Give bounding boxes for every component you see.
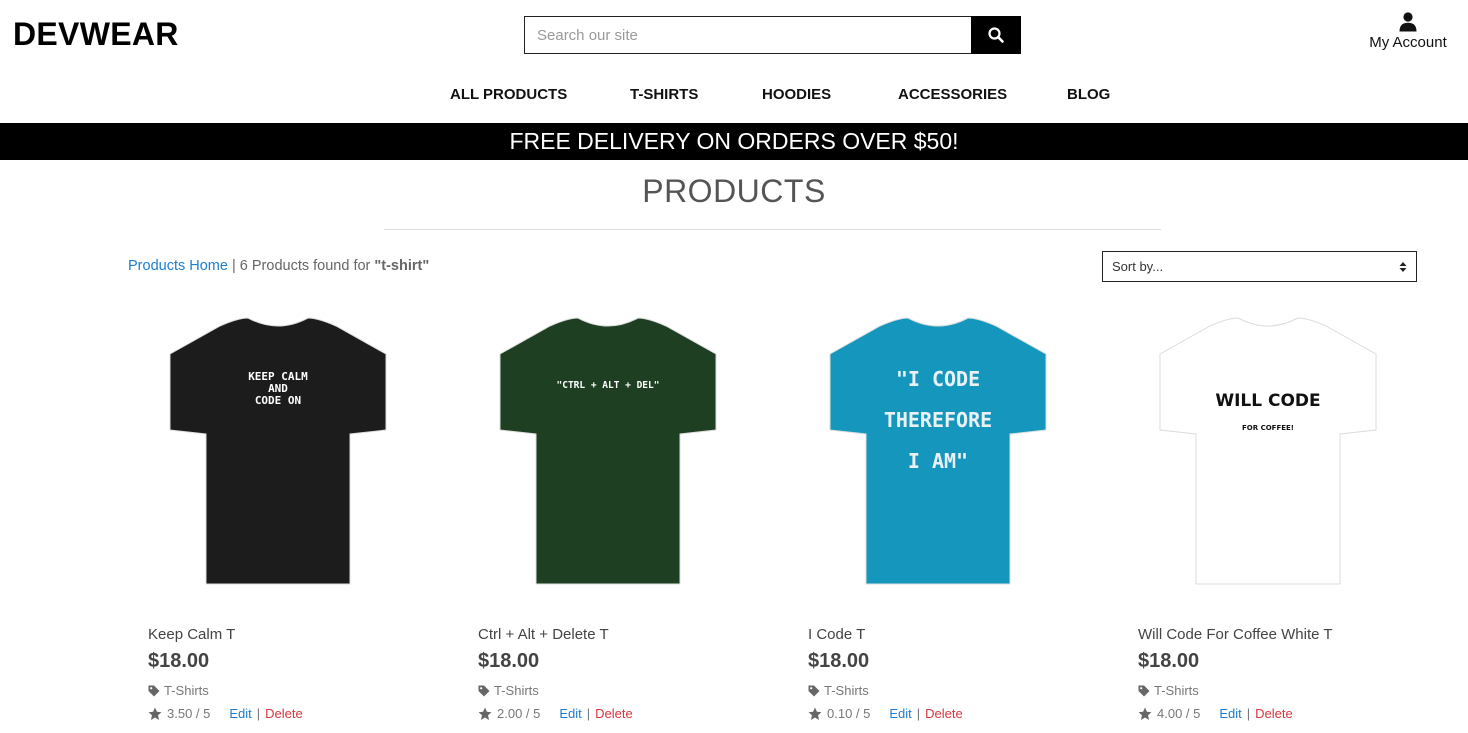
title-divider	[384, 229, 1161, 230]
product-meta: 2.00 / 5 Edit | Delete	[478, 706, 633, 721]
product-category[interactable]: T-Shirts	[1138, 683, 1199, 698]
promo-banner: FREE DELIVERY ON ORDERS OVER $50!	[0, 123, 1468, 160]
search-input[interactable]	[524, 16, 971, 54]
product-price: $18.00	[1138, 650, 1200, 672]
product-meta: 0.10 / 5 Edit | Delete	[808, 706, 963, 721]
product-category[interactable]: T-Shirts	[148, 683, 209, 698]
nav-t-shirts[interactable]: T-SHIRTS	[630, 86, 698, 103]
star-icon	[148, 707, 162, 720]
product-card: KEEP CALM AND CODE ON Keep Calm T $18.00 T…	[128, 300, 428, 730]
product-image-tshirt[interactable]: WILL CODE FOR COFFEE!	[1118, 300, 1418, 600]
star-icon	[1138, 707, 1152, 720]
product-card: "CTRL + ALT + DEL" Ctrl + Alt + Delete T…	[458, 300, 758, 730]
product-category-label: T-Shirts	[1154, 683, 1199, 698]
product-card: "I CODE THEREFORE I AM" I Code T $18.00 T-…	[788, 300, 1088, 730]
nav-accessories[interactable]: ACCESSORIES	[898, 86, 1007, 103]
product-category-label: T-Shirts	[824, 683, 869, 698]
my-account-label: My Account	[1369, 34, 1447, 51]
nav-hoodies[interactable]: HOODIES	[762, 86, 831, 103]
product-image-tshirt[interactable]: "I CODE THEREFORE I AM"	[788, 300, 1088, 600]
nav-blog[interactable]: BLOG	[1067, 86, 1110, 103]
my-account-link[interactable]: My Account	[1358, 12, 1458, 51]
product-meta: 4.00 / 5 Edit | Delete	[1138, 706, 1293, 721]
product-name[interactable]: I Code T	[808, 626, 865, 643]
product-name[interactable]: Keep Calm T	[148, 626, 235, 643]
delete-link[interactable]: Delete	[1255, 706, 1293, 721]
results-count: 6 Products found for	[239, 258, 371, 274]
site-logo[interactable]: DEVWEAR	[13, 16, 179, 53]
product-rating: 2.00 / 5	[497, 706, 541, 721]
svg-text:"CTRL + ALT + DEL": "CTRL + ALT + DEL"	[557, 380, 660, 391]
product-price: $18.00	[478, 650, 540, 672]
edit-link[interactable]: Edit	[1219, 706, 1241, 721]
search-form	[524, 16, 1021, 54]
product-rating: 4.00 / 5	[1157, 706, 1201, 721]
star-icon	[478, 707, 492, 720]
edit-link[interactable]: Edit	[229, 706, 251, 721]
edit-link[interactable]: Edit	[889, 706, 911, 721]
product-price: $18.00	[148, 650, 210, 672]
star-icon	[808, 707, 822, 720]
product-category[interactable]: T-Shirts	[808, 683, 869, 698]
product-image-tshirt[interactable]: "CTRL + ALT + DEL"	[458, 300, 758, 600]
tag-icon	[1138, 685, 1150, 696]
edit-link[interactable]: Edit	[559, 706, 581, 721]
results-separator: |	[231, 258, 236, 274]
product-category-label: T-Shirts	[494, 683, 539, 698]
products-home-link[interactable]: Products Home	[128, 258, 228, 274]
product-name[interactable]: Will Code For Coffee White T	[1138, 626, 1333, 643]
product-image-tshirt[interactable]: KEEP CALM AND CODE ON	[128, 300, 428, 600]
results-query: "t-shirt"	[374, 258, 430, 274]
tag-icon	[478, 685, 490, 696]
product-rating: 3.50 / 5	[167, 706, 211, 721]
product-meta: 3.50 / 5 Edit | Delete	[148, 706, 303, 721]
product-price: $18.00	[808, 650, 870, 672]
product-card: WILL CODE FOR COFFEE! Will Code For Coffe…	[1118, 300, 1418, 730]
main-nav: ALL PRODUCTS T-SHIRTS HOODIES ACCESSORIE…	[0, 86, 1468, 106]
sort-selected-value: Sort by...	[1112, 259, 1164, 274]
product-category-label: T-Shirts	[164, 683, 209, 698]
page-title: PRODUCTS	[642, 173, 826, 209]
search-icon	[988, 27, 1004, 43]
sort-select[interactable]: Sort by...	[1102, 251, 1417, 282]
product-rating: 0.10 / 5	[827, 706, 871, 721]
delete-link[interactable]: Delete	[925, 706, 963, 721]
product-category[interactable]: T-Shirts	[478, 683, 539, 698]
delete-link[interactable]: Delete	[265, 706, 303, 721]
tag-icon	[148, 685, 160, 696]
nav-all-products[interactable]: ALL PRODUCTS	[450, 86, 567, 103]
results-summary: Products Home | 6 Products found for "t-…	[128, 258, 429, 274]
delete-link[interactable]: Delete	[595, 706, 633, 721]
user-icon	[1399, 12, 1417, 32]
product-name[interactable]: Ctrl + Alt + Delete T	[478, 626, 609, 643]
select-arrows-icon	[1399, 261, 1407, 272]
tag-icon	[808, 685, 820, 696]
search-button[interactable]	[971, 16, 1021, 54]
